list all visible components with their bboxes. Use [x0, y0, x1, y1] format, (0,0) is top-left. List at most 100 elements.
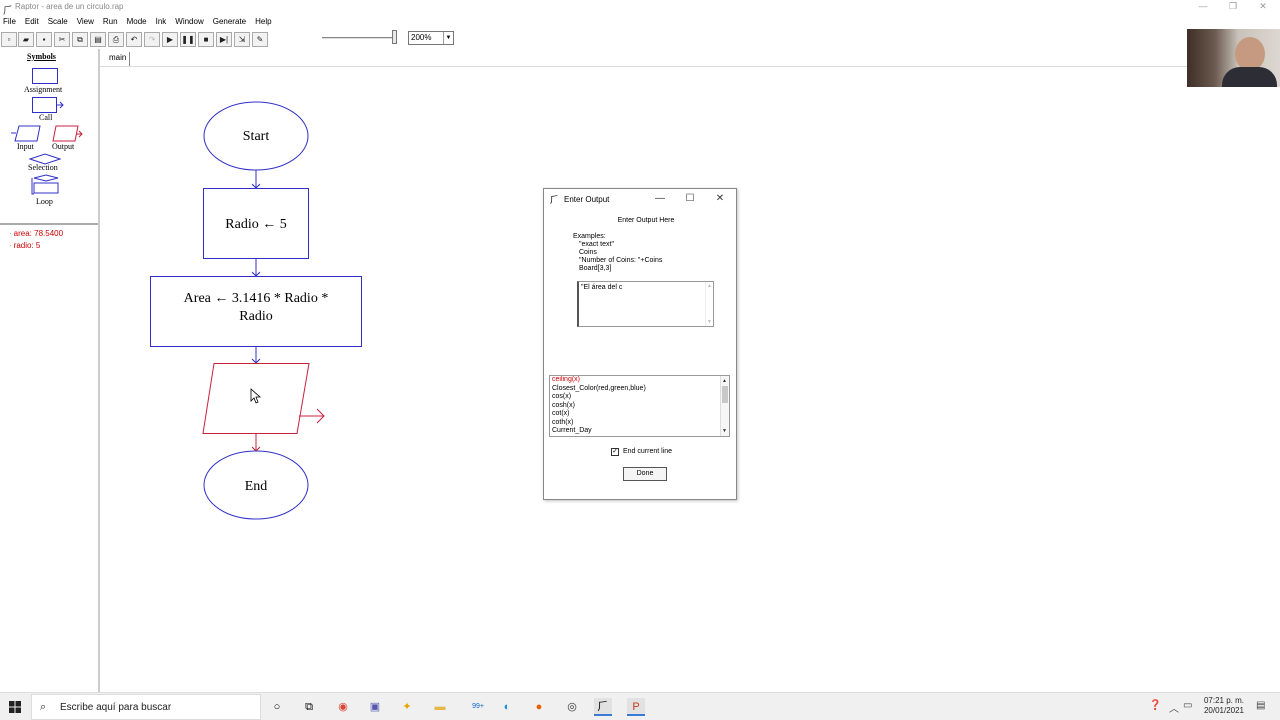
powerpoint-icon[interactable]: P: [627, 698, 645, 716]
assign-area-text-line1: Area ← 3.1416 * Radio *: [184, 291, 329, 306]
obs-icon[interactable]: ◎: [563, 698, 581, 716]
notifications-icon[interactable]: ▤: [1256, 700, 1265, 711]
network-icon[interactable]: ▭: [1183, 700, 1192, 711]
test-icon: ⇲: [238, 35, 246, 44]
menu-mode[interactable]: Mode: [127, 15, 147, 29]
scroll-up-icon[interactable]: ▲: [722, 377, 727, 386]
loop-symbol[interactable]: [31, 174, 61, 196]
list-item[interactable]: cosh(x): [552, 402, 729, 411]
unknown-app-icon[interactable]: ✦: [398, 698, 416, 716]
search-icon: ⌕: [40, 701, 47, 713]
symbols-panel: Symbols Assignment Call Input Output Sel…: [0, 49, 98, 225]
chevron-up-icon[interactable]: ︿: [1169, 700, 1179, 715]
menu-run[interactable]: Run: [103, 15, 118, 29]
undo-button[interactable]: ↶: [126, 32, 142, 47]
list-item[interactable]: ceiling(x): [552, 376, 729, 385]
copy-icon: ⧉: [77, 35, 83, 44]
clock-time: 07:21 p. m.: [1203, 696, 1244, 705]
variable-radio[interactable]: radio: 5: [9, 240, 98, 252]
pause-button[interactable]: ❚❚: [180, 32, 196, 47]
end-current-line-checkbox[interactable]: ✓: [611, 448, 619, 456]
chrome-icon[interactable]: ◉: [334, 698, 352, 716]
close-window-button[interactable]: ✕: [1248, 0, 1278, 15]
print-button[interactable]: ⎙: [108, 32, 124, 47]
firefox-icon[interactable]: ●: [530, 698, 548, 716]
list-item[interactable]: cot(x): [552, 410, 729, 419]
help-icon[interactable]: ❓: [1149, 700, 1161, 711]
list-item[interactable]: Closest_Color(red,green,blue): [552, 385, 729, 394]
step-button[interactable]: ▶|: [216, 32, 232, 47]
output-symbol[interactable]: [52, 125, 84, 142]
dialog-maximize-button[interactable]: ☐: [680, 192, 700, 206]
zoom-select[interactable]: 200% ▼: [408, 31, 454, 45]
pen-button[interactable]: ✎: [252, 32, 268, 47]
minimize-button[interactable]: —: [1188, 0, 1218, 15]
open-file-button[interactable]: ▰: [18, 32, 34, 47]
flowchart-start[interactable]: Start: [203, 101, 309, 171]
flowchart-assignment-radio[interactable]: Radio ← 5: [203, 188, 309, 259]
examples-label: Examples:: [573, 233, 606, 240]
copy-button[interactable]: ⧉: [72, 32, 88, 47]
dialog-close-button[interactable]: ✕: [710, 192, 730, 206]
run-button[interactable]: ▶: [162, 32, 178, 47]
cut-button[interactable]: ✂: [54, 32, 70, 47]
scroll-down-icon[interactable]: ▼: [722, 427, 727, 436]
scroll-down-icon[interactable]: ▼: [707, 319, 712, 325]
mail-icon[interactable]: 99+: [465, 698, 491, 716]
new-file-button[interactable]: ▫: [1, 32, 17, 47]
menu-generate[interactable]: Generate: [213, 15, 246, 29]
list-item[interactable]: coth(x): [552, 419, 729, 428]
flowchart-end[interactable]: End: [203, 450, 309, 520]
windows-start-icon[interactable]: [9, 701, 21, 713]
output-expression-input[interactable]: "El área del c ▲ ▼: [577, 281, 714, 327]
raptor-taskbar-icon[interactable]: ⺁: [594, 698, 612, 716]
call-symbol[interactable]: [32, 97, 64, 113]
paste-button[interactable]: ▤: [90, 32, 106, 47]
flow-arrow: [251, 347, 261, 364]
loop-label: Loop: [36, 197, 53, 206]
end-text: End: [245, 479, 268, 494]
speed-slider-track[interactable]: [322, 37, 394, 39]
menu-view[interactable]: View: [77, 15, 94, 29]
file-explorer-icon[interactable]: ▬: [431, 698, 449, 716]
taskbar-search-box[interactable]: ⌕ Escribe aquí para buscar: [31, 694, 261, 720]
maximize-button[interactable]: ❐: [1218, 0, 1248, 15]
pen-icon: ✎: [256, 35, 264, 44]
input-symbol[interactable]: [10, 125, 42, 142]
redo-button[interactable]: ↷: [144, 32, 160, 47]
menu-scale[interactable]: Scale: [48, 15, 68, 29]
teams-icon[interactable]: ▣: [366, 698, 384, 716]
tab-main[interactable]: main: [106, 52, 131, 66]
flowchart-output[interactable]: [202, 363, 325, 434]
flowchart-assignment-area[interactable]: Area ← 3.1416 * Radio * Radio: [150, 276, 362, 347]
list-item[interactable]: Current_Day: [552, 427, 729, 436]
speed-slider-thumb[interactable]: [392, 30, 397, 44]
cortana-icon[interactable]: ○: [268, 698, 286, 716]
edge-icon[interactable]: ◐: [498, 698, 516, 716]
done-button[interactable]: Done: [623, 467, 667, 481]
dialog-minimize-button[interactable]: —: [650, 192, 670, 206]
function-suggestions-list[interactable]: ceiling(x) Closest_Color(red,green,blue)…: [549, 375, 730, 437]
scroll-up-icon[interactable]: ▲: [707, 283, 712, 289]
menu-ink[interactable]: Ink: [156, 15, 167, 29]
menu-window[interactable]: Window: [175, 15, 203, 29]
window-title: Raptor - area de un circulo.rap: [15, 2, 124, 11]
folder-icon: ▰: [22, 35, 30, 44]
variable-area[interactable]: area: 78.5400: [9, 228, 98, 240]
stop-button[interactable]: ■: [198, 32, 214, 47]
list-item[interactable]: cos(x): [552, 393, 729, 402]
chevron-down-icon[interactable]: ▼: [443, 32, 453, 44]
taskbar-clock[interactable]: 07:21 p. m. 20/01/2021: [1196, 696, 1244, 716]
scrollbar-thumb[interactable]: [722, 386, 728, 403]
list-scrollbar[interactable]: ▲ ▼: [720, 376, 729, 436]
webcam-overlay: [1187, 29, 1280, 87]
menu-help[interactable]: Help: [255, 15, 271, 29]
test-server-button[interactable]: ⇲: [234, 32, 250, 47]
output-scrollbar[interactable]: ▲ ▼: [705, 282, 713, 326]
menu-edit[interactable]: Edit: [25, 15, 39, 29]
save-button[interactable]: ▪: [36, 32, 52, 47]
assignment-symbol[interactable]: [32, 68, 58, 84]
task-view-icon[interactable]: ⧉: [300, 698, 318, 716]
windows-taskbar: ⌕ Escribe aquí para buscar ○ ⧉ ◉ ▣ ✦ ▬ 9…: [0, 692, 1280, 720]
menu-file[interactable]: File: [3, 15, 16, 29]
